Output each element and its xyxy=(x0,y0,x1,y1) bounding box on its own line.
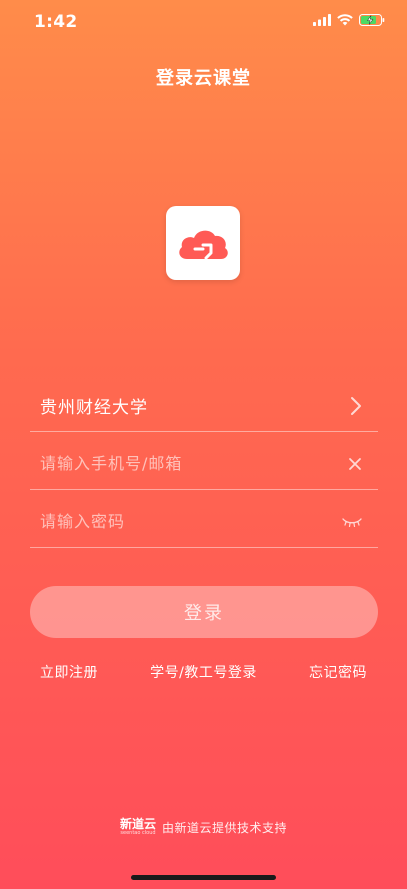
login-screen: 1:42 登录云课堂 贵州财经大学 请输入手机号/邮箱 登录 立即注册 学号/教… xyxy=(0,0,407,889)
eye-closed-icon[interactable] xyxy=(342,517,362,527)
footer-brand-logo: 新道云 seentao cloud xyxy=(120,818,156,836)
page-title: 登录云课堂 xyxy=(156,68,251,89)
school-selector[interactable]: 贵州财经大学 xyxy=(30,380,378,432)
password-row xyxy=(30,496,378,548)
footer: 新道云 seentao cloud 由新道云提供技术支持 xyxy=(0,818,407,836)
status-bar: 1:42 xyxy=(0,0,407,50)
chevron-right-icon xyxy=(350,396,362,416)
password-input[interactable] xyxy=(40,512,320,531)
footer-brand-sub: seentao cloud xyxy=(120,830,156,836)
app-logo xyxy=(166,206,240,280)
cloud-logo-icon xyxy=(175,223,231,263)
clear-icon[interactable] xyxy=(348,457,362,471)
status-time: 1:42 xyxy=(34,12,78,32)
home-indicator xyxy=(131,875,276,880)
account-input[interactable] xyxy=(40,454,320,473)
footer-brand-name: 新道云 xyxy=(119,817,156,831)
login-button[interactable]: 登录 xyxy=(30,586,378,638)
forgot-password-link[interactable]: 忘记密码 xyxy=(309,662,367,682)
signal-icon xyxy=(313,14,331,26)
footer-text: 由新道云提供技术支持 xyxy=(162,820,288,835)
battery-charging-icon xyxy=(359,14,385,26)
status-icons xyxy=(313,14,385,26)
account-row xyxy=(30,438,378,490)
wifi-icon xyxy=(337,14,353,26)
school-name: 贵州财经大学 xyxy=(40,398,148,418)
